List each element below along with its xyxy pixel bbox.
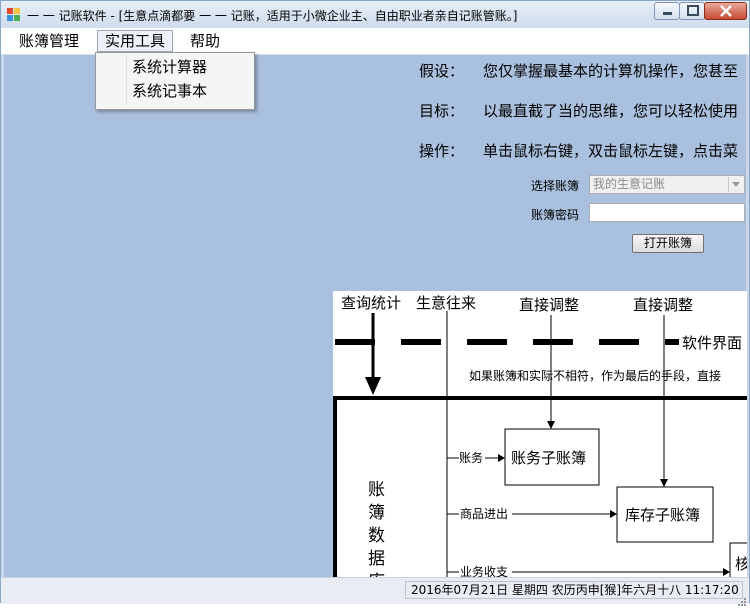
branch-income-arrow-head (723, 568, 730, 576)
password-input[interactable] (589, 203, 745, 222)
query-arrow-head (365, 377, 381, 395)
info-label: 操作： (419, 142, 465, 160)
chevron-down-icon[interactable] (728, 177, 743, 192)
branch-goods-arrow-head (610, 510, 617, 518)
minimize-button[interactable] (654, 2, 680, 20)
info-label: 目标： (419, 102, 465, 120)
password-label: 账簿密码 (531, 208, 580, 222)
database-label: 账 簿 数 据 库 (368, 480, 390, 578)
label-direct-adjust-1: 直接调整 (519, 296, 579, 314)
adjust-2-arrow-head (660, 479, 668, 487)
menu-bar: 账簿管理 实用工具 帮助 (1, 28, 749, 55)
close-button[interactable] (704, 2, 747, 20)
menu-separator (126, 55, 127, 105)
info-text: 您仅掌握最基本的计算机操作，您甚至 (483, 62, 739, 80)
open-book-button[interactable]: 打开账簿 (632, 234, 704, 253)
interface-label: 软件界面 (682, 334, 742, 352)
branch-account-label: 账务 (459, 450, 483, 465)
info-goal: 目标： 以最直截了当的思维，您可以轻松使用 (419, 100, 738, 121)
submenu-item-calculator[interactable]: 系统计算器 (132, 56, 207, 77)
account-subledger-label: 账务子账簿 (511, 449, 586, 467)
info-assumption: 假设： 您仅掌握最基本的计算机操作，您甚至 (419, 60, 738, 81)
book-select-value: 我的生意记账 (593, 177, 666, 191)
branch-goods-label: 商品进出 (460, 506, 508, 521)
info-text: 单击鼠标右键，双击鼠标左键，点击菜 (483, 142, 739, 160)
menu-help[interactable]: 帮助 (183, 31, 227, 51)
label-direct-adjust-2: 直接调整 (633, 296, 693, 314)
menu-utilities[interactable]: 实用工具 (97, 30, 174, 52)
branch-income-label: 业务收支 (460, 564, 508, 578)
inventory-subledger-label: 库存子账簿 (625, 506, 700, 524)
branch-account-arrow-head (498, 454, 505, 462)
menu-account-management[interactable]: 账簿管理 (12, 31, 86, 51)
label-query-stats: 查询统计 (341, 294, 401, 312)
status-bar: 2016年07月21日 星期四 农历丙申[猴]年六月十八 11:17:20 (1, 577, 749, 606)
app-icon (7, 7, 21, 21)
submenu-item-notepad[interactable]: 系统记事本 (132, 80, 207, 101)
info-text: 以最直截了当的思维，您可以轻松使用 (483, 102, 739, 120)
resize-grip-icon[interactable] (737, 592, 747, 606)
label-business: 生意往来 (416, 294, 476, 312)
info-operation: 操作： 单击鼠标右键，双击鼠标左键，点击菜 (419, 140, 738, 161)
book-select[interactable]: 我的生意记账 (589, 175, 745, 194)
info-label: 假设： (419, 62, 465, 80)
window-title: 一 一 记账软件 - [生意点滴都要 一 一 记账，适用于小微企业主、自由职业者… (27, 9, 518, 23)
utilities-submenu: 系统计算器 系统记事本 (95, 52, 255, 110)
maximize-button[interactable] (679, 2, 705, 20)
adjust-note: 如果账簿和实际不相符，作为最后的手段，直接 (469, 368, 721, 383)
status-datetime: 2016年07月21日 星期四 农历丙申[猴]年六月十八 11:17:20 (405, 581, 743, 599)
adjust-1-arrow-head (547, 421, 555, 429)
app-window: 一 一 记账软件 - [生意点滴都要 一 一 记账，适用于小微企业主、自由职业者… (0, 0, 750, 606)
book-select-label: 选择账簿 (531, 179, 580, 193)
workflow-diagram: 查询统计 生意往来 直接调整 直接调整 软件界面 如果账簿和实际不相符，作为最后… (333, 291, 747, 578)
title-bar[interactable]: 一 一 记账软件 - [生意点滴都要 一 一 记账，适用于小微企业主、自由职业者… (1, 1, 749, 28)
partial-box-label: 核 (735, 555, 747, 573)
